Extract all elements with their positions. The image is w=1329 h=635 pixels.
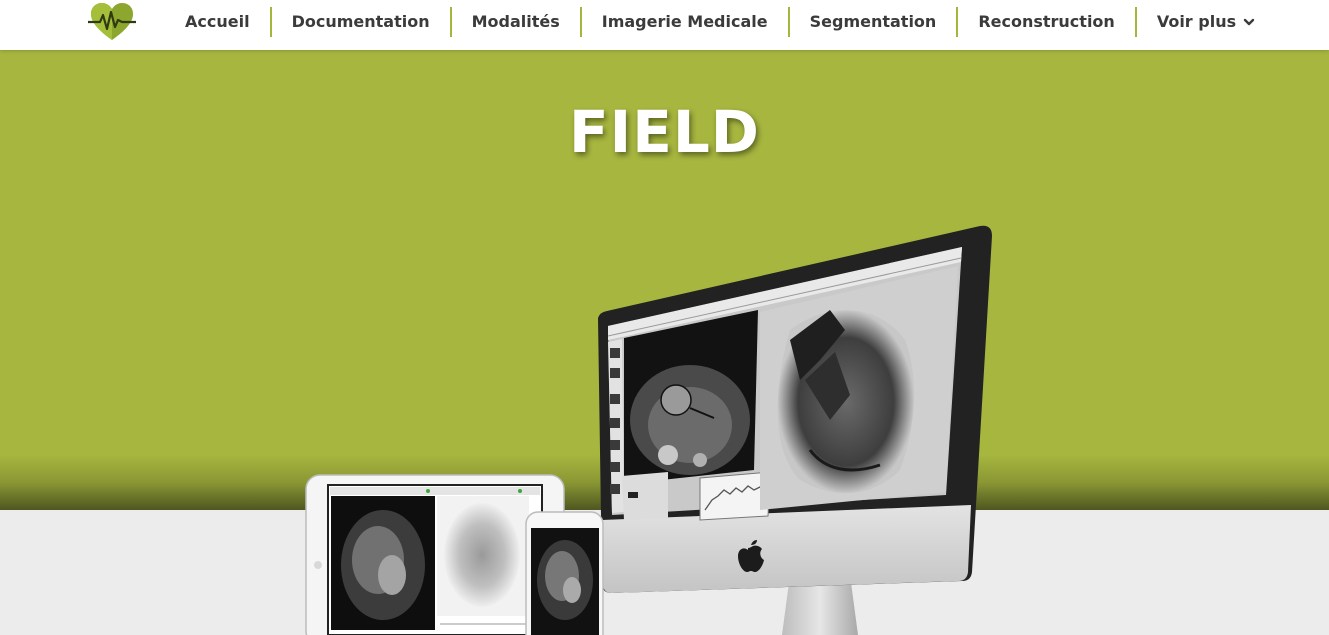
nav-accueil[interactable]: Accueil [165,7,270,37]
nav-segmentation-label: Segmentation [809,12,937,31]
nav-accueil-label: Accueil [185,12,250,31]
imac-monitor [598,225,992,593]
nav-voir-plus[interactable]: Voir plus [1134,7,1275,37]
main-menu: Accueil Documentation Modalités Imagerie… [165,7,1275,37]
nav-documentation-label: Documentation [291,12,430,31]
nav-reconstruction-label: Reconstruction [978,12,1115,31]
nav-modalites-label: Modalités [471,12,560,31]
nav-segmentation[interactable]: Segmentation [787,7,957,37]
nav-modalites[interactable]: Modalités [449,7,580,37]
nav-reconstruction[interactable]: Reconstruction [956,7,1135,37]
top-navbar: Accueil Documentation Modalités Imagerie… [0,0,1329,50]
chevron-down-icon [1243,18,1255,26]
devices-showcase-image [305,225,992,635]
nav-documentation[interactable]: Documentation [269,7,450,37]
nav-imagerie-medicale[interactable]: Imagerie Medicale [579,7,788,37]
phone-device [525,511,604,635]
nav-imagerie-label: Imagerie Medicale [601,12,768,31]
nav-voir-plus-label: Voir plus [1156,12,1237,31]
heart-pulse-icon[interactable] [88,2,136,42]
